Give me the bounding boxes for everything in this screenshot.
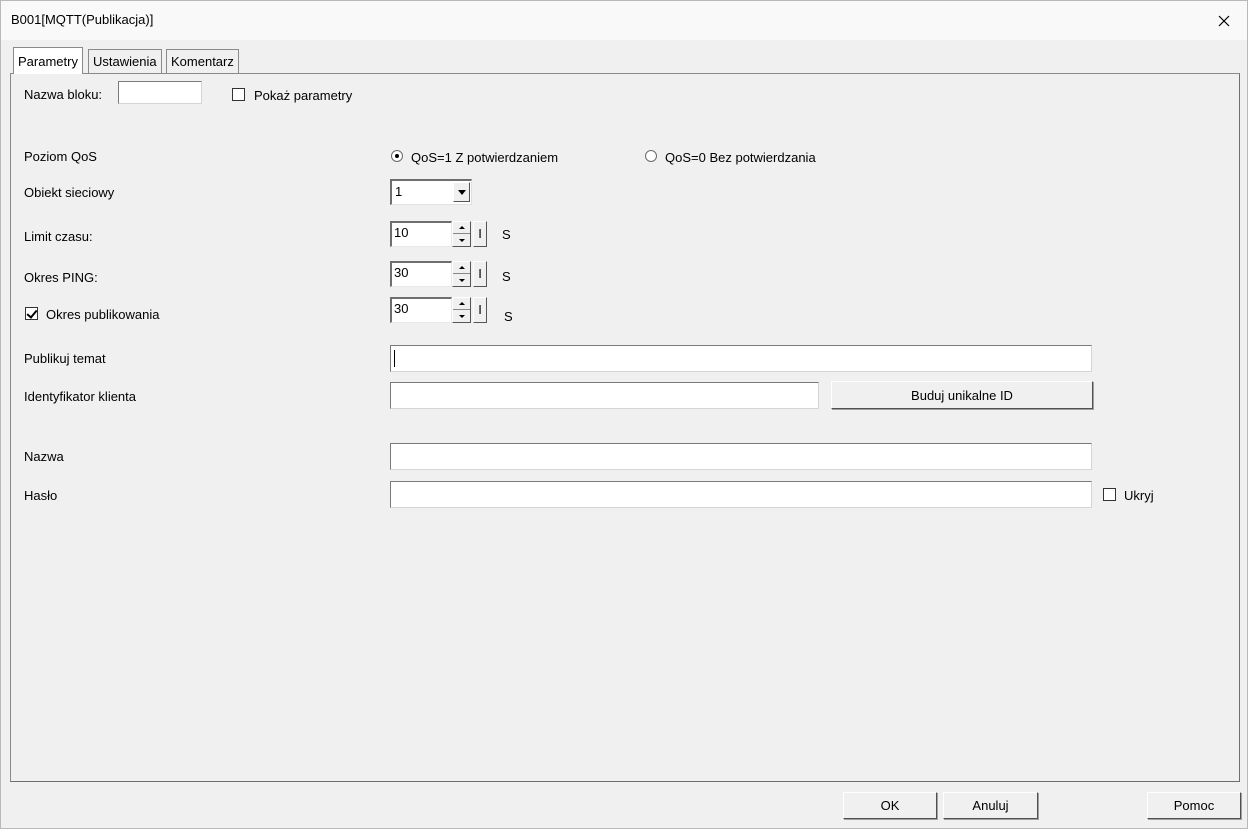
cancel-button[interactable]: Anuluj xyxy=(943,792,1038,819)
network-object-value: 1 xyxy=(395,184,403,199)
arrow-down-icon xyxy=(458,238,465,242)
network-object-select[interactable]: 1 xyxy=(390,179,472,205)
show-params-label: Pokaż parametry xyxy=(254,88,353,103)
publish-period-spinner[interactable] xyxy=(452,297,471,323)
hide-password-checkbox[interactable] xyxy=(1103,488,1116,501)
publish-period-unit: S xyxy=(504,309,513,324)
publish-period-label: Okres publikowania xyxy=(46,307,160,322)
ping-spinner[interactable] xyxy=(452,261,471,287)
qos1-radio[interactable] xyxy=(391,150,403,162)
name-label: Nazwa xyxy=(24,449,64,464)
ping-input[interactable]: 30 xyxy=(390,261,452,287)
qos1-label: QoS=1 Z potwierdzaniem xyxy=(411,150,559,165)
arrow-up-icon xyxy=(458,302,465,305)
build-unique-id-button[interactable]: Buduj unikalne ID xyxy=(831,381,1093,409)
help-button[interactable]: Pomoc xyxy=(1147,792,1241,819)
tab-label: Ustawienia xyxy=(93,54,157,69)
password-label: Hasło xyxy=(24,488,58,503)
publish-period-input[interactable]: 30 xyxy=(390,297,452,323)
publish-period-checkbox[interactable] xyxy=(25,307,38,320)
show-params-checkbox[interactable] xyxy=(232,88,245,101)
tab-parametry[interactable]: Parametry xyxy=(13,47,83,74)
block-name-input[interactable] xyxy=(118,81,202,104)
close-button[interactable] xyxy=(1201,1,1247,40)
timeout-label: Limit czasu: xyxy=(24,229,93,244)
client-id-label: Identyfikator klienta xyxy=(24,389,137,404)
timeout-unit: S xyxy=(502,227,511,242)
close-icon xyxy=(1218,15,1230,26)
publish-topic-input[interactable] xyxy=(390,345,1092,372)
ok-button[interactable]: OK xyxy=(843,792,937,819)
arrow-up-icon xyxy=(458,266,465,269)
spin-down-button[interactable] xyxy=(453,274,470,286)
ping-unit: S xyxy=(502,269,511,284)
window-title: B001[MQTT(Publikacja)] xyxy=(11,12,154,27)
hide-password-label: Ukryj xyxy=(1124,488,1154,503)
spin-up-button[interactable] xyxy=(453,222,470,234)
dropdown-button[interactable] xyxy=(453,182,470,202)
ping-i-button[interactable]: I xyxy=(473,261,487,287)
text-cursor xyxy=(394,350,395,367)
arrow-up-icon xyxy=(458,226,465,229)
arrow-down-icon xyxy=(458,278,465,282)
tab-label: Parametry xyxy=(18,53,78,69)
spin-down-button[interactable] xyxy=(453,310,470,322)
arrow-down-icon xyxy=(458,314,465,318)
tab-label: Komentarz xyxy=(171,54,234,69)
spin-up-button[interactable] xyxy=(453,298,470,310)
dialog-window: B001[MQTT(Publikacja)] Parametry Ustawie… xyxy=(0,0,1248,829)
chevron-down-icon xyxy=(457,189,466,195)
timeout-input[interactable]: 10 xyxy=(390,221,452,247)
publish-period-i-button[interactable]: I xyxy=(473,297,487,323)
publish-topic-label: Publikuj temat xyxy=(24,351,106,366)
tab-panel xyxy=(10,73,1240,782)
tab-komentarz[interactable]: Komentarz xyxy=(166,49,239,73)
qos0-label: QoS=0 Bez potwierdzania xyxy=(665,150,816,165)
tab-ustawienia[interactable]: Ustawienia xyxy=(88,49,162,73)
spin-up-button[interactable] xyxy=(453,262,470,274)
qos0-radio[interactable] xyxy=(645,150,657,162)
spin-down-button[interactable] xyxy=(453,234,470,246)
password-input[interactable] xyxy=(390,481,1092,508)
timeout-spinner[interactable] xyxy=(452,221,471,247)
timeout-i-button[interactable]: I xyxy=(473,221,487,247)
network-object-label: Obiekt sieciowy xyxy=(24,185,115,200)
block-name-label: Nazwa bloku: xyxy=(24,87,103,102)
title-bar: B001[MQTT(Publikacja)] xyxy=(1,1,1247,40)
qos-label: Poziom QoS xyxy=(24,149,97,164)
client-id-input[interactable] xyxy=(390,382,819,409)
name-input[interactable] xyxy=(390,443,1092,470)
ping-label: Okres PING: xyxy=(24,270,98,285)
